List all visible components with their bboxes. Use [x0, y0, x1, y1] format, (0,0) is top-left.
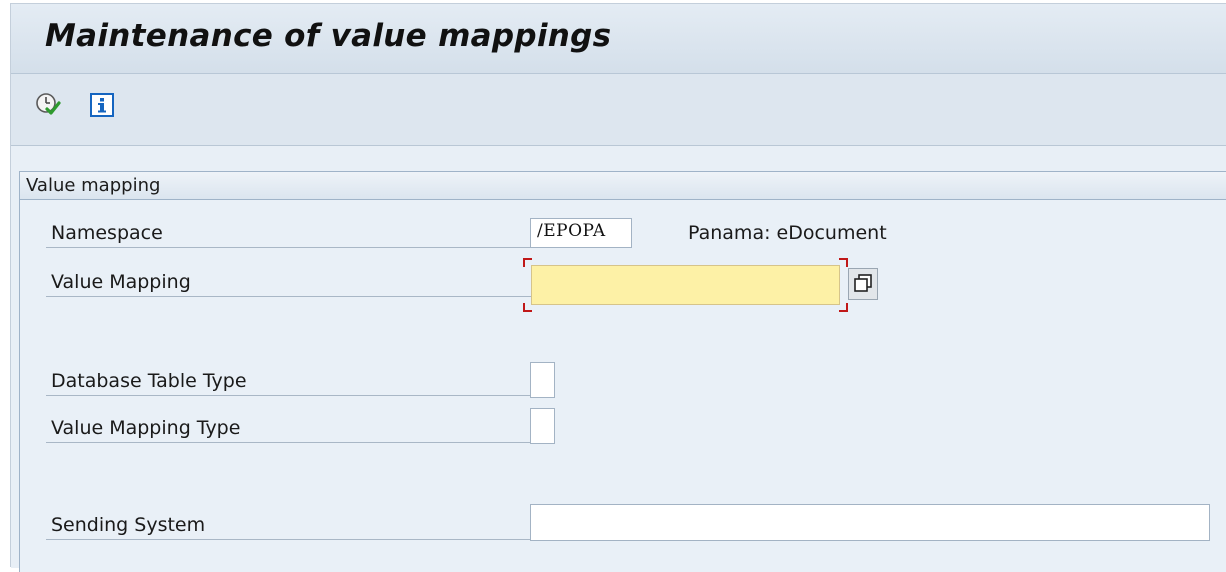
value-mapping-group: Value mapping Namespace /EPOPA Panama: e… — [19, 171, 1226, 572]
namespace-label: Namespace — [46, 218, 531, 248]
value-mapping-label: Value Mapping — [46, 267, 531, 297]
focus-corner-bottom-left — [523, 303, 532, 312]
value-mapping-type-input[interactable] — [530, 408, 555, 444]
namespace-input[interactable]: /EPOPA — [530, 218, 632, 248]
namespace-description: Panama: eDocument — [688, 222, 887, 244]
focus-corner-top-right — [839, 258, 848, 267]
value-mapping-input[interactable] — [531, 265, 840, 305]
execute-clock-check-icon — [36, 93, 61, 115]
database-table-type-label: Database Table Type — [46, 366, 531, 396]
application-toolbar — [11, 74, 1226, 146]
information-button[interactable] — [89, 92, 115, 118]
focus-corner-bottom-right — [839, 303, 848, 312]
value-help-icon — [848, 268, 878, 300]
sending-system-label: Sending System — [46, 510, 531, 540]
title-bar: Maintenance of value mappings — [11, 4, 1226, 74]
database-table-type-input[interactable] — [530, 362, 555, 398]
sending-system-input[interactable] — [530, 504, 1210, 541]
value-mapping-type-label: Value Mapping Type — [46, 413, 531, 443]
info-icon — [90, 93, 114, 117]
page-title: Maintenance of value mappings — [45, 18, 612, 54]
group-title: Value mapping — [20, 172, 1226, 200]
screen-content: Value mapping Namespace /EPOPA Panama: e… — [11, 146, 1226, 572]
sap-window: Maintenance of value mappings Value mapp… — [10, 3, 1226, 572]
execute-button[interactable] — [35, 92, 61, 118]
value-mapping-value-help-button[interactable] — [848, 268, 878, 300]
focus-corner-top-left — [523, 258, 532, 267]
